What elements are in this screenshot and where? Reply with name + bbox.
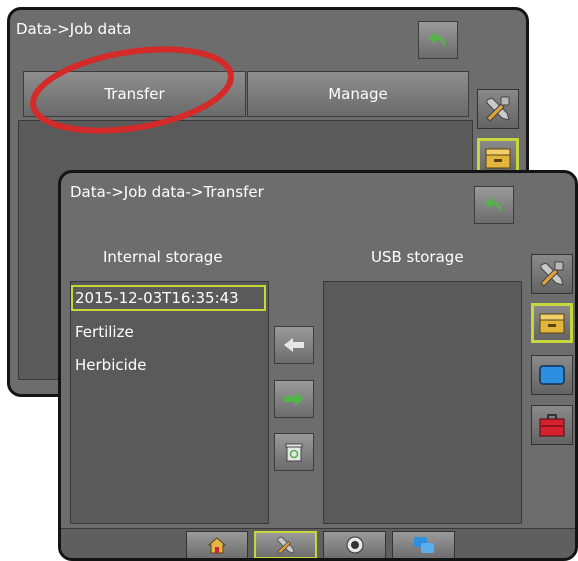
- delete-button[interactable]: [274, 433, 314, 471]
- toolbox-button[interactable]: [531, 405, 573, 445]
- display-button[interactable]: [531, 355, 573, 395]
- arrow-left-icon: [284, 338, 304, 352]
- manage-tab[interactable]: Manage: [247, 71, 469, 117]
- move-right-button[interactable]: [274, 380, 314, 418]
- arrow-right-icon: [284, 392, 304, 406]
- page-title: Data->Job data->Transfer: [70, 183, 264, 201]
- storage-button[interactable]: [531, 303, 573, 343]
- home-icon: [207, 537, 227, 554]
- back-arrow-icon: [429, 32, 446, 48]
- recycle-bin-icon: [285, 443, 303, 462]
- back-button[interactable]: [474, 186, 514, 224]
- page-title: Data->Job data: [16, 20, 132, 38]
- usb-storage-label: USB storage: [371, 248, 464, 266]
- storage-drawer-icon: [485, 148, 511, 169]
- share-icon: [413, 537, 434, 553]
- tools-button[interactable]: [477, 89, 519, 129]
- back-arrow-icon: [485, 197, 502, 213]
- camera-tab[interactable]: [323, 531, 386, 558]
- camera-icon: [346, 536, 363, 554]
- back-button[interactable]: [418, 21, 458, 59]
- display-icon: [539, 365, 565, 385]
- internal-storage-label: Internal storage: [103, 248, 223, 266]
- tools-button[interactable]: [531, 254, 573, 294]
- list-item[interactable]: 2015-12-03T16:35:43: [75, 289, 239, 307]
- list-item[interactable]: Fertilize: [75, 323, 134, 341]
- move-left-button[interactable]: [274, 326, 314, 364]
- usb-storage-list[interactable]: [323, 281, 522, 524]
- bottom-tab-bar: [61, 528, 575, 558]
- tools-icon: [540, 261, 564, 287]
- transfer-tab[interactable]: Transfer: [23, 71, 246, 117]
- toolbox-icon: [539, 414, 565, 437]
- storage-drawer-icon: [539, 313, 565, 334]
- list-item[interactable]: Herbicide: [75, 356, 147, 374]
- tools-icon: [276, 536, 295, 555]
- tools-tab[interactable]: [254, 531, 317, 558]
- tools-icon: [486, 96, 510, 122]
- home-tab[interactable]: [186, 531, 248, 558]
- transfer-window: Data->Job data->Transfer Internal storag…: [58, 170, 578, 561]
- internal-storage-list[interactable]: 2015-12-03T16:35:43 Fertilize Herbicide: [70, 281, 269, 524]
- share-tab[interactable]: [392, 531, 455, 558]
